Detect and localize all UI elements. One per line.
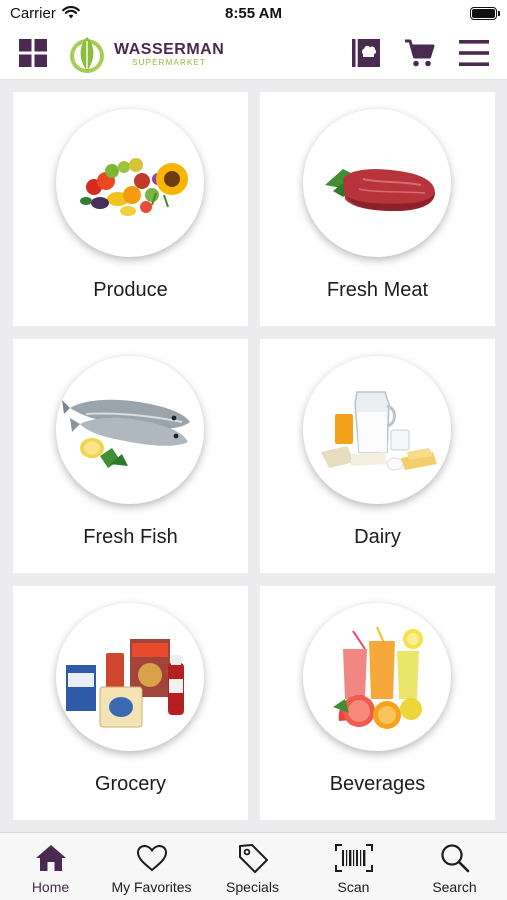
battery-icon bbox=[470, 7, 500, 20]
category-card-produce[interactable]: Produce bbox=[13, 92, 248, 326]
category-label: Beverages bbox=[329, 773, 426, 795]
barcode-icon bbox=[303, 841, 404, 875]
home-icon bbox=[0, 841, 101, 875]
produce-image bbox=[56, 109, 204, 257]
tab-label: Specials bbox=[226, 879, 279, 895]
leaf-logo-icon bbox=[70, 37, 104, 73]
tab-label: Home bbox=[31, 879, 70, 895]
clock: 8:55 AM bbox=[225, 5, 282, 22]
fresh-fish-image bbox=[56, 356, 204, 504]
hamburger-menu-icon[interactable] bbox=[457, 36, 491, 70]
logo-subtitle: SUPERMARKET bbox=[132, 57, 207, 67]
tab-specials[interactable]: Specials bbox=[202, 833, 303, 900]
store-logo[interactable]: WASSERMAN SUPERMARKET bbox=[66, 32, 224, 76]
grocery-image bbox=[56, 603, 204, 751]
category-card-beverages[interactable]: Beverages bbox=[260, 586, 495, 820]
cart-icon[interactable] bbox=[403, 36, 437, 70]
category-label: Fresh Meat bbox=[326, 279, 429, 301]
tab-scan[interactable]: Scan bbox=[303, 833, 404, 900]
category-card-dairy[interactable]: Dairy bbox=[260, 339, 495, 573]
category-label: Dairy bbox=[354, 526, 401, 548]
tag-icon bbox=[202, 841, 303, 875]
tab-label: My Favorites bbox=[111, 879, 192, 895]
search-icon bbox=[404, 841, 505, 875]
beverages-image bbox=[303, 603, 451, 751]
grid-menu-icon[interactable] bbox=[16, 36, 50, 70]
tab-home[interactable]: Home bbox=[0, 833, 101, 900]
heart-icon bbox=[101, 841, 202, 875]
fresh-meat-image bbox=[303, 109, 451, 257]
category-card-fresh-fish[interactable]: Fresh Fish bbox=[13, 339, 248, 573]
category-card-fresh-meat[interactable]: Fresh Meat bbox=[260, 92, 495, 326]
tab-search[interactable]: Search bbox=[404, 833, 505, 900]
app-header: WASSERMAN SUPERMARKET bbox=[0, 28, 507, 80]
category-label: Fresh Fish bbox=[83, 526, 178, 548]
tab-label: Scan bbox=[337, 879, 370, 895]
category-label: Produce bbox=[93, 279, 168, 301]
bottom-tab-bar: Home My Favorites Specials Scan Search bbox=[0, 832, 507, 900]
tab-label: Search bbox=[432, 879, 477, 895]
category-grid: Produce Fresh Meat Fresh Fish Dairy Groc… bbox=[0, 80, 507, 832]
logo-name: WASSERMAN bbox=[114, 40, 225, 58]
category-card-grocery[interactable]: Grocery bbox=[13, 586, 248, 820]
tab-my-favorites[interactable]: My Favorites bbox=[101, 833, 202, 900]
status-bar: Carrier 8:55 AM bbox=[0, 0, 507, 28]
recipes-book-icon[interactable] bbox=[349, 36, 383, 70]
category-label: Grocery bbox=[94, 773, 167, 795]
dairy-image bbox=[303, 356, 451, 504]
